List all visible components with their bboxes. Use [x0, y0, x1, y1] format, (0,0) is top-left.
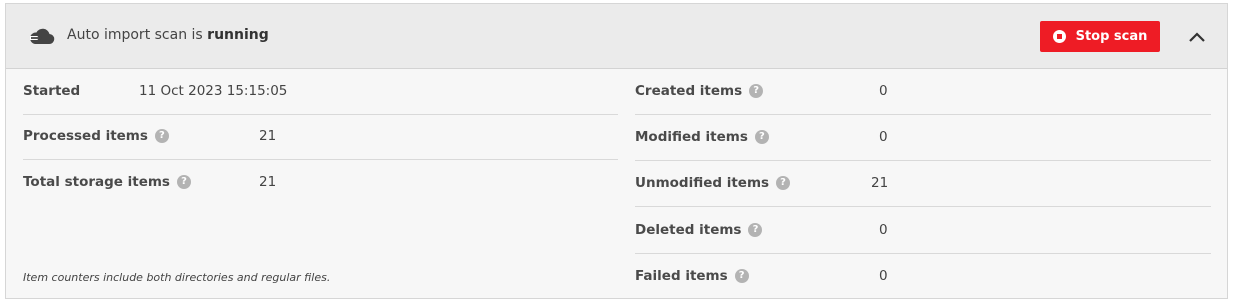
item-counters-footnote: Item counters include both directories a… [23, 271, 331, 284]
stat-label: Processed items? [23, 128, 169, 144]
stat-label: Created items? [635, 83, 764, 99]
stat-row-created-items: Created items? 0 [635, 69, 1211, 115]
help-icon[interactable]: ? [734, 269, 749, 283]
scan-status-title: Auto import scan is running [67, 27, 269, 43]
stat-value: 0 [879, 83, 888, 99]
stop-scan-button[interactable]: Stop scan [1040, 21, 1160, 52]
chevron-up-icon[interactable] [1184, 24, 1210, 50]
stat-row-total-storage-items: Total storage items? 21 [23, 160, 618, 206]
stat-label: Modified items? [635, 129, 769, 145]
scan-status-value: running [207, 27, 269, 43]
help-icon[interactable]: ? [176, 175, 191, 189]
cloud-import-icon [30, 28, 55, 45]
stat-value: 0 [879, 222, 888, 238]
stop-scan-label: Stop scan [1075, 29, 1148, 44]
stat-value: 21 [259, 174, 277, 190]
stat-row-unmodified-items: Unmodified items? 21 [635, 161, 1211, 207]
stat-row-started: Started 11 Oct 2023 15:15:05 [23, 69, 618, 115]
help-icon[interactable]: ? [754, 130, 769, 144]
stat-label: Unmodified items? [635, 175, 791, 191]
stop-icon [1052, 30, 1066, 43]
help-icon[interactable]: ? [749, 84, 764, 98]
help-icon[interactable]: ? [776, 176, 791, 190]
stat-label: Failed items? [635, 268, 749, 284]
auto-import-scan-panel: Auto import scan is running Stop scan St… [5, 3, 1228, 299]
scan-status-prefix: Auto import scan is [67, 27, 208, 43]
stat-value: 21 [871, 175, 889, 191]
stat-value: 21 [259, 128, 277, 144]
help-icon[interactable]: ? [748, 223, 763, 237]
stat-value: 11 Oct 2023 15:15:05 [139, 83, 288, 99]
stat-row-processed-items: Processed items? 21 [23, 114, 618, 160]
stat-label: Total storage items? [23, 174, 191, 190]
panel-header: Auto import scan is running Stop scan [6, 4, 1227, 69]
stat-row-modified-items: Modified items? 0 [635, 115, 1211, 161]
stat-value: 0 [879, 129, 888, 145]
stat-label: Deleted items? [635, 222, 763, 238]
stat-row-deleted-items: Deleted items? 0 [635, 208, 1211, 254]
help-icon[interactable]: ? [154, 129, 169, 143]
stat-value: 0 [879, 268, 888, 284]
stat-label: Started [23, 83, 81, 99]
stat-row-failed-items: Failed items? 0 [635, 254, 1211, 300]
